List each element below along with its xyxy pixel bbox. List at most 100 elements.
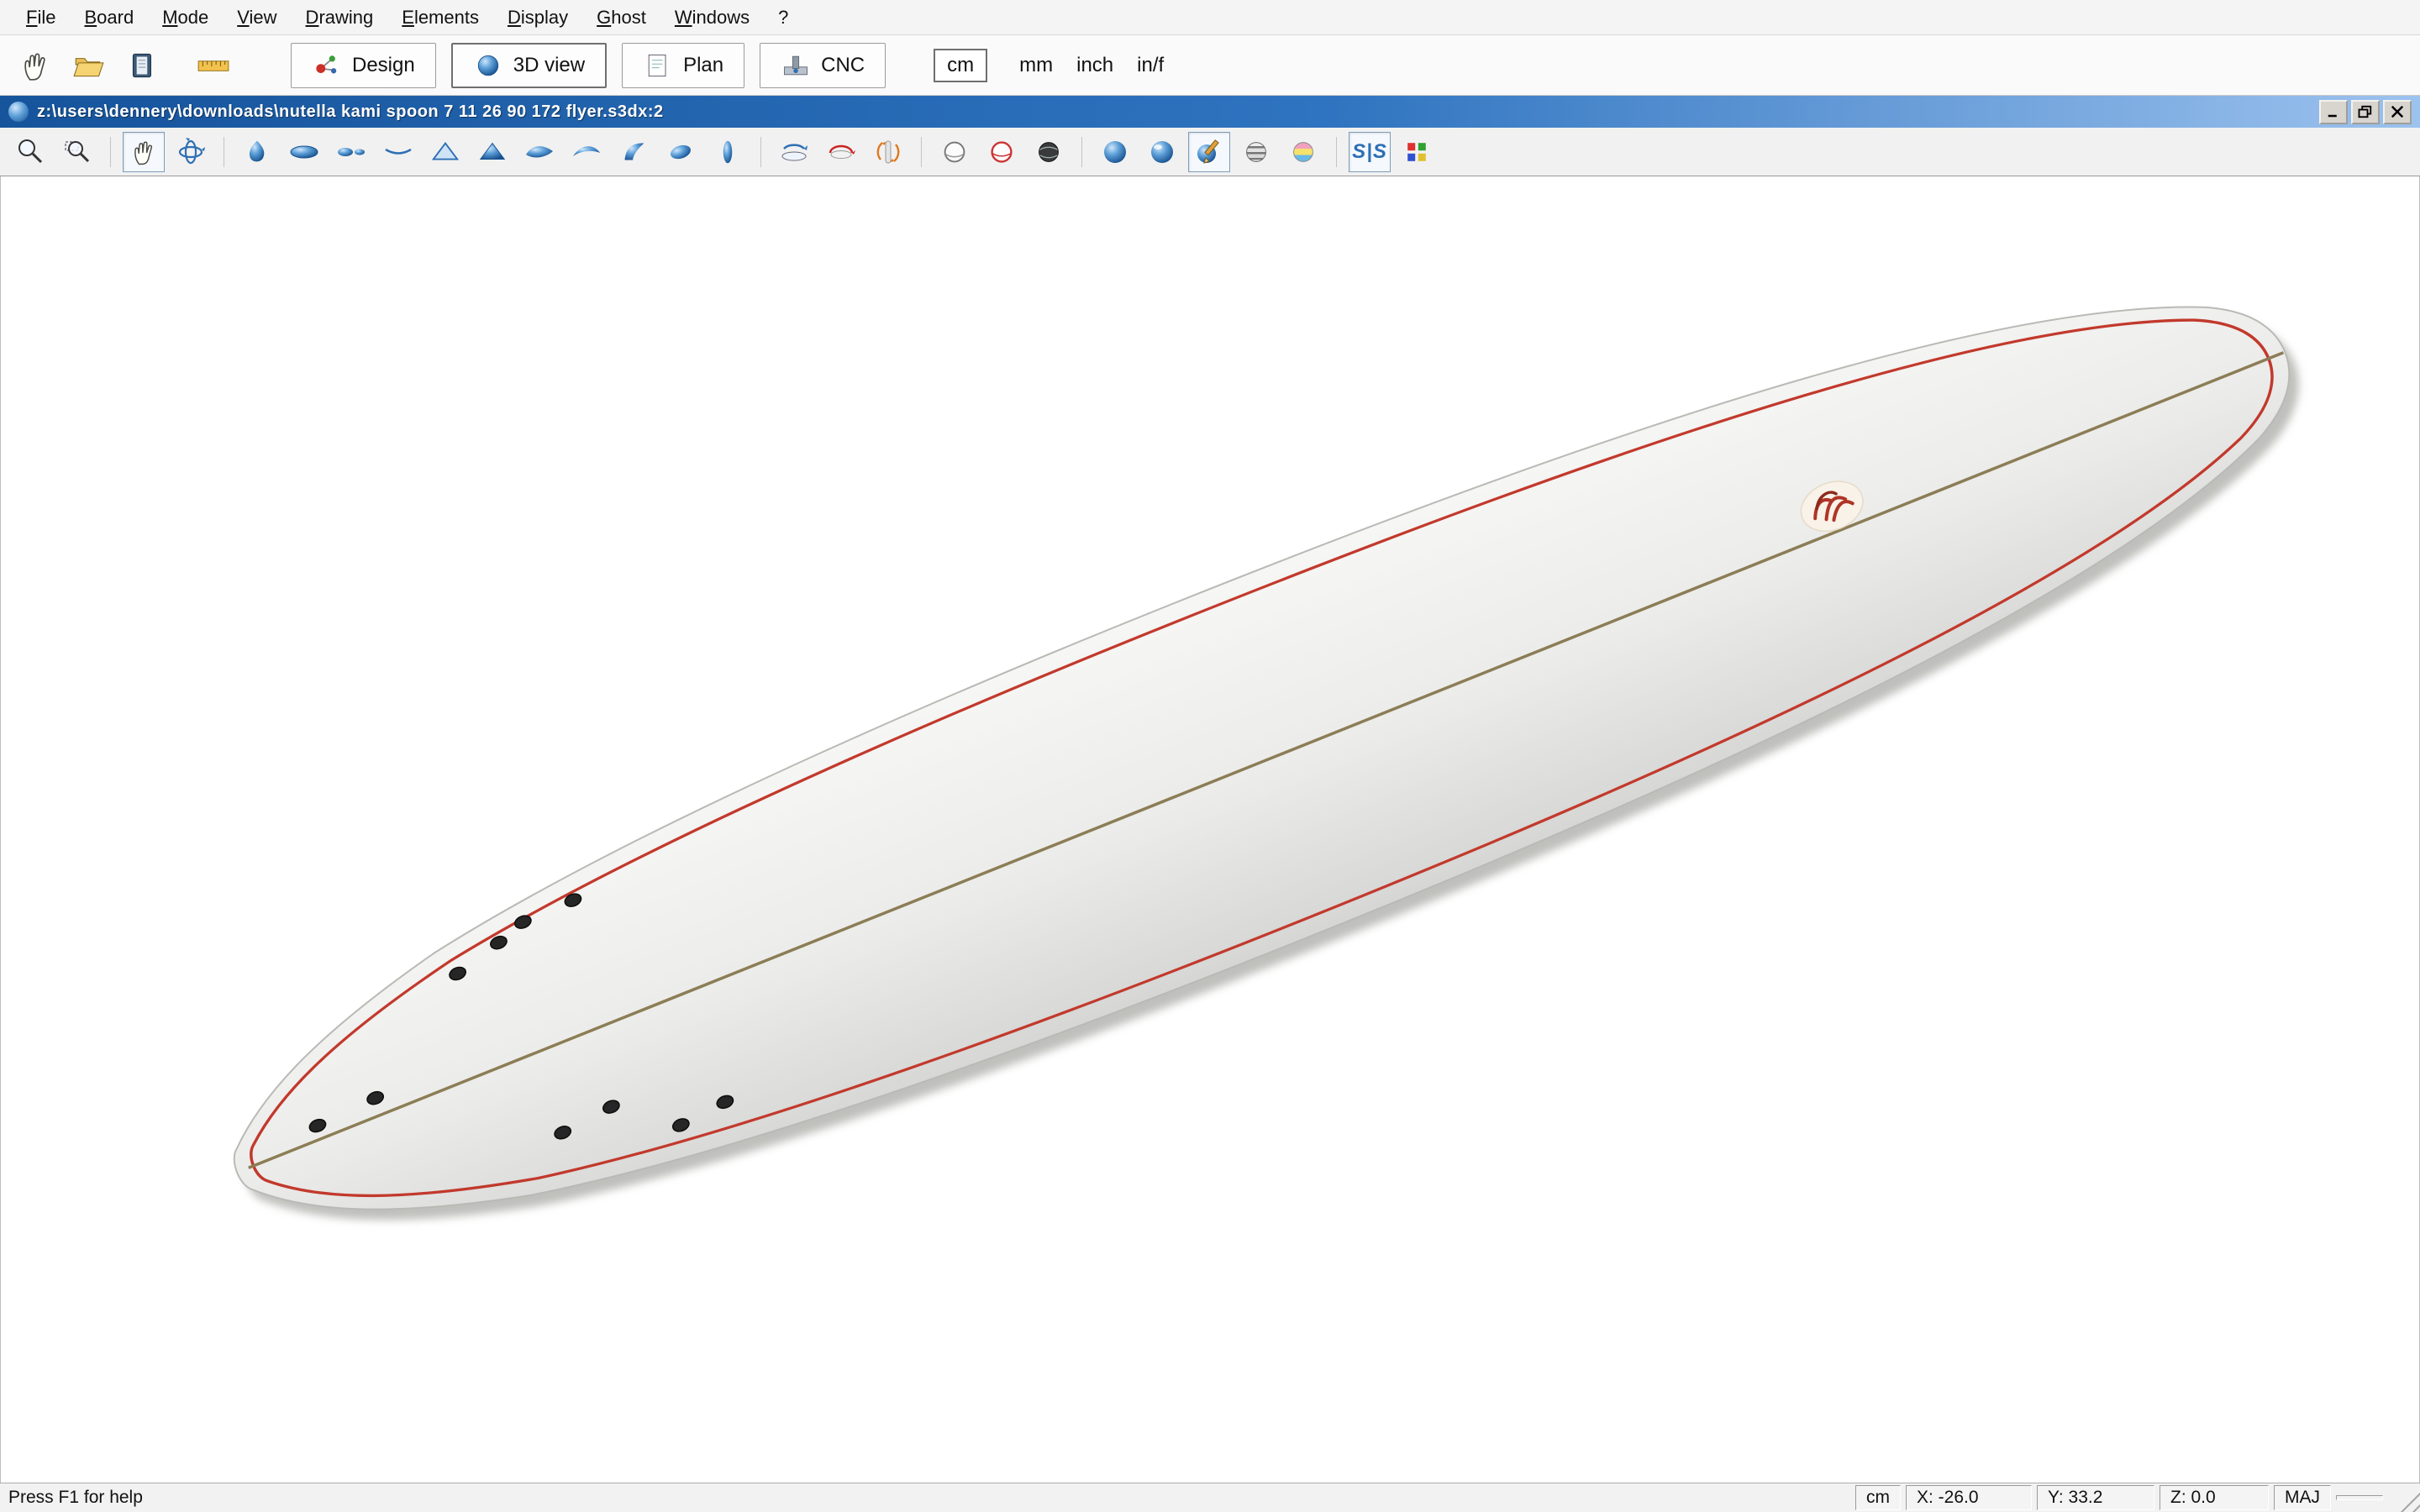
wave-lens-glyph [523, 135, 556, 169]
crescent-glyph [570, 135, 603, 169]
toolbar-separator [1081, 137, 1082, 167]
glossy-sphere-glyph [1145, 135, 1179, 169]
book-glyph [125, 48, 160, 83]
ellipse-glyph [287, 135, 321, 169]
minimize-icon [2325, 104, 2342, 119]
window-controls [2319, 100, 2412, 124]
shape3d-app: File Board Mode View Drawing Elements Di… [0, 0, 2420, 1512]
rotate-arrows-glyph [174, 135, 208, 169]
color-squares-icon[interactable] [1396, 132, 1438, 172]
hand-glyph [18, 48, 53, 83]
main-toolbar: Design 3D view Plan CNC cm mm inch in/f [0, 35, 2420, 96]
document-title: z:\users\dennery\downloads\nutella kami … [37, 102, 2319, 122]
render-shaded-icon[interactable] [1094, 132, 1136, 172]
blade-glyph [712, 136, 744, 168]
unit-cm[interactable]: cm [934, 49, 987, 82]
design-mode-button[interactable]: Design [291, 43, 436, 88]
roll-arrow-glyph [871, 135, 905, 169]
board-3d-canvas[interactable] [1, 176, 2419, 1483]
board-stringer [249, 353, 2284, 1168]
sphere-outline-icon[interactable] [934, 132, 976, 172]
rotate-yaw-icon[interactable] [820, 132, 862, 172]
measure-ruler-icon[interactable] [192, 44, 235, 87]
cnc-machine-icon [781, 50, 811, 81]
pan-hand-icon[interactable] [123, 132, 165, 172]
save-board-icon[interactable] [121, 44, 165, 87]
triangle-solid-icon[interactable] [471, 132, 513, 172]
menu-display[interactable]: Display [493, 7, 582, 29]
striped-sphere-glyph [1240, 136, 1272, 168]
circle-light-glyph [939, 136, 971, 168]
triangle-glyph [429, 136, 461, 168]
unit-selector: cm mm inch in/f [934, 49, 1176, 82]
rotate-roll-icon[interactable] [867, 132, 909, 172]
flip-board-icon[interactable] [773, 132, 815, 172]
cnc-mode-button[interactable]: CNC [760, 43, 886, 88]
yaw-arrow-glyph [824, 135, 858, 169]
fin-glyph [618, 136, 650, 168]
status-bar: Press F1 for help cm X: -26.0 Y: 33.2 Z:… [0, 1483, 2420, 1512]
menu-drawing[interactable]: Drawing [292, 7, 388, 29]
flip-glyph [777, 135, 811, 169]
board-3d-viewport[interactable] [0, 176, 2420, 1483]
rotate-view-icon[interactable] [170, 132, 212, 172]
logo-paint-icon[interactable] [1188, 132, 1230, 172]
circle-red-glyph [986, 136, 1018, 168]
design-molecule-icon [312, 50, 342, 81]
resize-grip[interactable] [2395, 1487, 2420, 1512]
status-x-coordinate: X: -26.0 [1906, 1485, 2032, 1510]
teardrop-shape-icon[interactable] [236, 132, 278, 172]
status-y-coordinate: Y: 33.2 [2037, 1485, 2154, 1510]
3d-view-mode-button[interactable]: 3D view [451, 43, 607, 88]
symmetry-view-icon[interactable]: S|S [1349, 132, 1391, 172]
hand-glyph [129, 137, 159, 167]
crescent-curve-icon[interactable] [566, 132, 608, 172]
sphere-dark-icon[interactable] [1028, 132, 1070, 172]
triangle-solid-glyph [476, 136, 508, 168]
render-glossy-icon[interactable] [1141, 132, 1183, 172]
menu-windows[interactable]: Windows [660, 7, 764, 29]
triangle-outline-icon[interactable] [424, 132, 466, 172]
restore-button[interactable] [2351, 100, 2380, 124]
rocker-curve-icon[interactable] [377, 132, 419, 172]
outline-view-icon[interactable] [283, 132, 325, 172]
document-title-bar[interactable]: z:\users\dennery\downloads\nutella kami … [0, 96, 2420, 128]
unit-mm[interactable]: mm [1019, 54, 1053, 77]
close-button[interactable] [2383, 100, 2412, 124]
menu-board[interactable]: Board [70, 7, 148, 29]
cross-section-icon[interactable] [707, 132, 749, 172]
close-icon [2389, 104, 2406, 119]
unit-inf[interactable]: in/f [1137, 54, 1164, 77]
double-ellipse-glyph [334, 135, 368, 169]
menu-help[interactable]: ? [764, 7, 802, 29]
render-striped-icon[interactable] [1235, 132, 1277, 172]
toolbar-separator [110, 137, 111, 167]
ruler-glyph [196, 48, 231, 83]
render-rainbow-icon[interactable] [1282, 132, 1324, 172]
toolbar-separator [760, 137, 761, 167]
menu-elements[interactable]: Elements [387, 7, 493, 29]
plan-mode-button[interactable]: Plan [622, 43, 744, 88]
rainbow-sphere-glyph [1287, 136, 1319, 168]
menu-view[interactable]: View [223, 7, 291, 29]
sphere-red-ring-icon[interactable] [981, 132, 1023, 172]
plan-page-icon [643, 50, 673, 81]
magnifier-rect-glyph [60, 135, 94, 169]
design-mode-label: Design [352, 54, 415, 77]
surfboard-3d-model[interactable] [171, 183, 2362, 1352]
zoom-in-icon[interactable] [9, 132, 51, 172]
unit-inch[interactable]: inch [1076, 54, 1113, 77]
menu-file[interactable]: File [12, 7, 70, 29]
menu-ghost[interactable]: Ghost [582, 7, 660, 29]
cnc-mode-label: CNC [821, 54, 865, 77]
menu-mode[interactable]: Mode [148, 7, 223, 29]
slice-curve-icon[interactable] [518, 132, 560, 172]
open-folder-icon[interactable] [67, 44, 111, 87]
fin-shape-icon[interactable] [613, 132, 655, 172]
zoom-window-icon[interactable] [56, 132, 98, 172]
menu-bar: File Board Mode View Drawing Elements Di… [0, 0, 2420, 35]
select-hand-tool-icon[interactable] [13, 44, 57, 87]
thickness-view-icon[interactable] [330, 132, 372, 172]
rail-shape-icon[interactable] [660, 132, 702, 172]
minimize-button[interactable] [2319, 100, 2348, 124]
